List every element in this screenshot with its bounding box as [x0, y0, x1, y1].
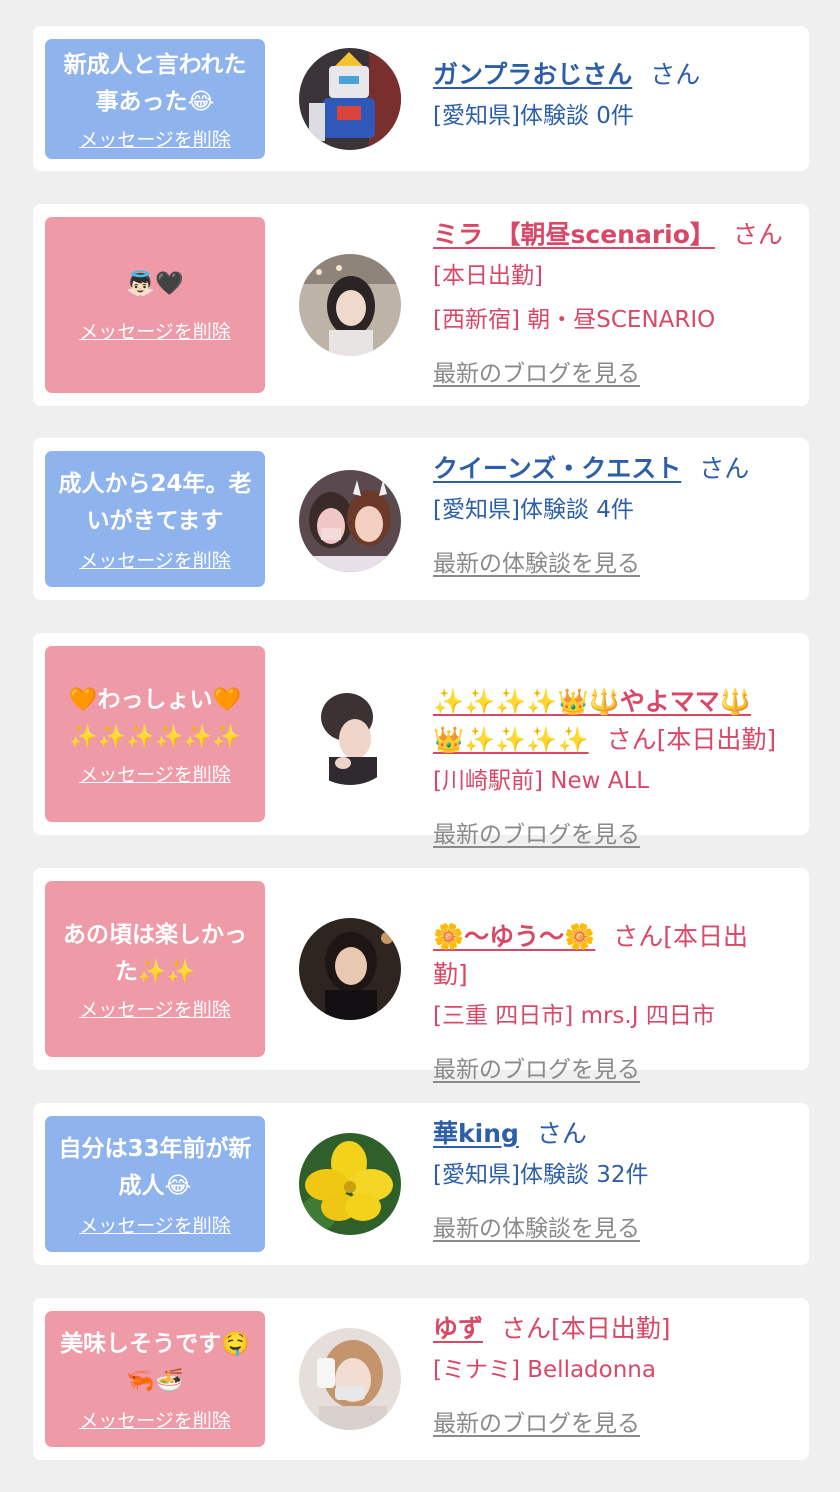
- message-text: 👼🏻🖤: [126, 271, 184, 297]
- message-text: 成人から24年。老 いがきてます: [58, 470, 252, 534]
- user-info: ガンプラおじさん さん [愛知県]体験談 0件: [433, 56, 797, 138]
- latest-review-link[interactable]: 最新の体験談を見る: [433, 551, 640, 577]
- message-card: 👼🏻🖤 メッセージを削除 ミラ 【朝昼scenario】 さん [本日出勤] [西…: [33, 204, 809, 406]
- message-bubble: 成人から24年。老 いがきてます メッセージを削除: [45, 451, 265, 587]
- honorific: さん[本日出勤]: [606, 725, 777, 754]
- message-text: 美味しそうです🤤 🦐🍜: [60, 1330, 250, 1394]
- avatar[interactable]: [299, 470, 401, 572]
- link-row: 最新のブログを見る: [433, 352, 797, 396]
- link-row: 最新のブログを見る: [433, 813, 797, 857]
- user-info: 華king さん [愛知県]体験談 32件 最新の体験談を見る: [433, 1115, 797, 1251]
- user-name-link[interactable]: 🌼〜ゆう〜🌼: [433, 922, 595, 951]
- message-bubble: 美味しそうです🤤 🦐🍜 メッセージを削除: [45, 1311, 265, 1447]
- info-line: [愛知県]体験談 32件: [433, 1162, 649, 1188]
- link-row: 最新の体験談を見る: [433, 1207, 797, 1251]
- message-text: 自分は33年前が新 成人😂: [58, 1135, 252, 1199]
- avatar[interactable]: [299, 254, 401, 356]
- info-line: [三重 四日市] mrs.J 四日市: [433, 1003, 715, 1029]
- delete-message-link[interactable]: メッセージを削除: [79, 1211, 231, 1238]
- message-bubble: 自分は33年前が新 成人😂 メッセージを削除: [45, 1116, 265, 1252]
- user-info: ミラ 【朝昼scenario】 さん [本日出勤] [西新宿] 朝・昼SCENAR…: [433, 216, 797, 396]
- user-name-link[interactable]: ミラ 【朝昼scenario】: [433, 220, 715, 249]
- honorific: さん: [536, 1119, 587, 1148]
- name-line: ✨✨✨✨👑🔱やよママ🔱 👑✨✨✨✨ さん[本日出勤]: [433, 645, 797, 759]
- message-text: あの頃は楽しかっ た✨✨: [63, 921, 247, 985]
- delete-message-link[interactable]: メッセージを削除: [79, 995, 231, 1022]
- message-bubble: 🧡わっしょい🧡 ✨✨✨✨✨✨ メッセージを削除: [45, 646, 265, 822]
- avatar[interactable]: [299, 1328, 401, 1430]
- latest-blog-link[interactable]: 最新のブログを見る: [433, 822, 640, 848]
- user-name-link[interactable]: 華king: [433, 1119, 519, 1148]
- honorific: さん: [650, 60, 701, 89]
- user-name-link[interactable]: ゆず: [433, 1314, 483, 1343]
- message-bubble: 新成人と言われた 事あった😂 メッセージを削除: [45, 39, 265, 159]
- message-card: 成人から24年。老 いがきてます メッセージを削除 クイーンズ・クエスト さん […: [33, 438, 809, 600]
- user-name-link[interactable]: ガンプラおじさん: [433, 60, 632, 89]
- name-line: ゆず さん[本日出勤]: [433, 1310, 797, 1348]
- info-line: [愛知県]体験談 4件: [433, 497, 634, 523]
- name-line: 🌼〜ゆう〜🌼 さん[本日出 勤]: [433, 880, 797, 994]
- avatar[interactable]: [299, 683, 401, 785]
- info-line: [本日出勤]: [433, 263, 543, 289]
- delete-message-link[interactable]: メッセージを削除: [79, 760, 231, 787]
- link-row: 最新の体験談を見る: [433, 542, 797, 586]
- latest-blog-link[interactable]: 最新のブログを見る: [433, 1411, 640, 1437]
- message-card: 美味しそうです🤤 🦐🍜 メッセージを削除 ゆず さん[本日出勤] [ミナミ] Be…: [33, 1298, 809, 1460]
- honorific: さん: [699, 454, 750, 483]
- honorific: さん: [732, 220, 783, 249]
- message-bubble: あの頃は楽しかっ た✨✨ メッセージを削除: [45, 881, 265, 1057]
- link-row: 最新のブログを見る: [433, 1402, 797, 1446]
- honorific: さん[本日出勤]: [501, 1314, 671, 1343]
- user-info: ✨✨✨✨👑🔱やよママ🔱 👑✨✨✨✨ さん[本日出勤] [川崎駅前] New ALL…: [433, 645, 797, 857]
- avatar[interactable]: [299, 918, 401, 1020]
- latest-blog-link[interactable]: 最新のブログを見る: [433, 361, 640, 387]
- message-card: 自分は33年前が新 成人😂 メッセージを削除 華king さん [愛知県]体験談 …: [33, 1103, 809, 1265]
- name-line: ミラ 【朝昼scenario】 さん: [433, 216, 797, 254]
- delete-message-link[interactable]: メッセージを削除: [79, 1406, 231, 1433]
- avatar[interactable]: [299, 48, 401, 150]
- message-bubble: 👼🏻🖤 メッセージを削除: [45, 217, 265, 393]
- name-line: 華king さん: [433, 1115, 797, 1153]
- user-info: クイーンズ・クエスト さん [愛知県]体験談 4件 最新の体験談を見る: [433, 450, 797, 586]
- user-info: 🌼〜ゆう〜🌼 さん[本日出 勤] [三重 四日市] mrs.J 四日市 最新のブロ…: [433, 880, 797, 1092]
- message-card: 新成人と言われた 事あった😂 メッセージを削除 ガンプラおじさん さん [愛知県]…: [33, 26, 809, 171]
- delete-message-link[interactable]: メッセージを削除: [79, 317, 231, 344]
- message-text: 新成人と言われた 事あった😂: [63, 51, 247, 115]
- message-text: 🧡わっしょい🧡 ✨✨✨✨✨✨: [68, 686, 242, 750]
- delete-message-link[interactable]: メッセージを削除: [79, 546, 231, 573]
- info-line: [西新宿] 朝・昼SCENARIO: [433, 307, 716, 333]
- info-line: [川崎駅前] New ALL: [433, 768, 650, 794]
- message-card: 🧡わっしょい🧡 ✨✨✨✨✨✨ メッセージを削除 ✨✨✨✨👑🔱やよママ🔱 👑✨✨✨…: [33, 633, 809, 848]
- user-info: ゆず さん[本日出勤] [ミナミ] Belladonna 最新のブログを見る: [433, 1310, 797, 1446]
- message-card: あの頃は楽しかっ た✨✨ メッセージを削除 🌼〜ゆう〜🌼 さん[本日出 勤] [三…: [33, 868, 809, 1083]
- latest-blog-link[interactable]: 最新のブログを見る: [433, 1057, 640, 1083]
- info-line: [愛知県]体験談 0件: [433, 103, 634, 129]
- latest-review-link[interactable]: 最新の体験談を見る: [433, 1216, 640, 1242]
- info-line: [ミナミ] Belladonna: [433, 1357, 656, 1383]
- link-row: 最新のブログを見る: [433, 1048, 797, 1092]
- delete-message-link[interactable]: メッセージを削除: [79, 125, 231, 152]
- user-name-link[interactable]: クイーンズ・クエスト: [433, 454, 681, 483]
- name-line: クイーンズ・クエスト さん: [433, 450, 797, 488]
- name-line: ガンプラおじさん さん: [433, 56, 797, 94]
- avatar[interactable]: [299, 1133, 401, 1235]
